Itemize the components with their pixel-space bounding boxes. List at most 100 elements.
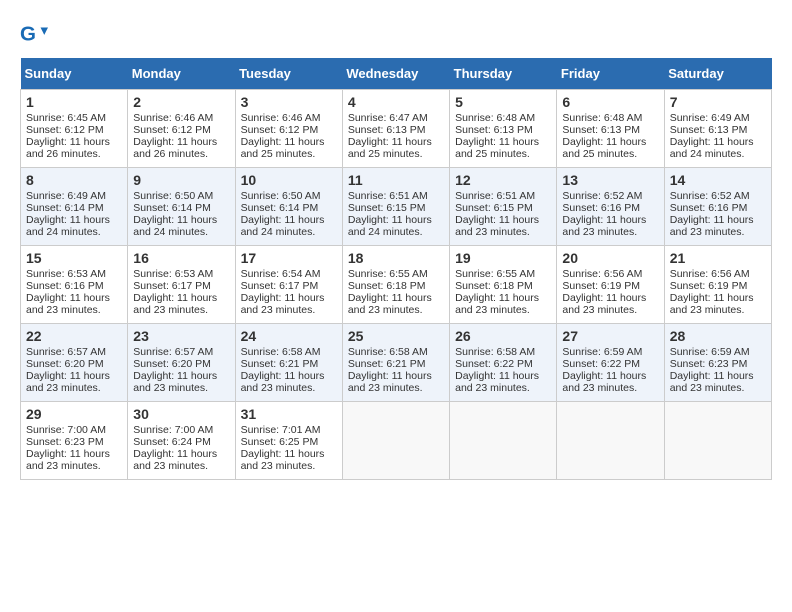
day-number: 26 bbox=[455, 328, 551, 344]
day-number: 3 bbox=[241, 94, 337, 110]
day-number: 24 bbox=[241, 328, 337, 344]
calendar-cell: 3 Sunrise: 6:46 AMSunset: 6:12 PMDaylight… bbox=[235, 90, 342, 168]
calendar-cell: 16 Sunrise: 6:53 AMSunset: 6:17 PMDayligh… bbox=[128, 246, 235, 324]
day-info: Sunrise: 7:00 AMSunset: 6:24 PMDaylight:… bbox=[133, 424, 217, 472]
day-info: Sunrise: 6:45 AMSunset: 6:12 PMDaylight:… bbox=[26, 112, 110, 160]
logo-icon: G bbox=[20, 20, 48, 48]
day-number: 18 bbox=[348, 250, 444, 266]
day-info: Sunrise: 6:50 AMSunset: 6:14 PMDaylight:… bbox=[241, 190, 325, 238]
day-info: Sunrise: 7:01 AMSunset: 6:25 PMDaylight:… bbox=[241, 424, 325, 472]
week-row-4: 15 Sunrise: 6:53 AMSunset: 6:16 PMDayligh… bbox=[21, 246, 772, 324]
calendar-cell: 17Sunrise: 6:54 AMSunset: 6:17 PMDayligh… bbox=[235, 246, 342, 324]
calendar-cell: 31 Sunrise: 7:01 AMSunset: 6:25 PMDayligh… bbox=[235, 402, 342, 480]
day-info: Sunrise: 6:53 AMSunset: 6:17 PMDaylight:… bbox=[133, 268, 217, 316]
day-number: 22 bbox=[26, 328, 122, 344]
day-number: 25 bbox=[348, 328, 444, 344]
day-info: Sunrise: 6:46 AMSunset: 6:12 PMDaylight:… bbox=[241, 112, 325, 160]
day-number: 11 bbox=[348, 172, 444, 188]
calendar-cell: 6Sunrise: 6:48 AMSunset: 6:13 PMDaylight… bbox=[557, 90, 664, 168]
day-number: 20 bbox=[562, 250, 658, 266]
week-row-5: 22 Sunrise: 6:57 AMSunset: 6:20 PMDayligh… bbox=[21, 324, 772, 402]
day-info: Sunrise: 6:46 AMSunset: 6:12 PMDaylight:… bbox=[133, 112, 217, 160]
day-header-thursday: Thursday bbox=[450, 58, 557, 90]
calendar-cell: 26 Sunrise: 6:58 AMSunset: 6:22 PMDayligh… bbox=[450, 324, 557, 402]
calendar-cell: 15 Sunrise: 6:53 AMSunset: 6:16 PMDayligh… bbox=[21, 246, 128, 324]
day-number: 4 bbox=[348, 94, 444, 110]
day-info: Sunrise: 6:58 AMSunset: 6:21 PMDaylight:… bbox=[241, 346, 325, 394]
day-header-sunday: Sunday bbox=[21, 58, 128, 90]
header-row: SundayMondayTuesdayWednesdayThursdayFrid… bbox=[21, 58, 772, 90]
day-info: Sunrise: 6:59 AMSunset: 6:22 PMDaylight:… bbox=[562, 346, 646, 394]
day-number: 23 bbox=[133, 328, 229, 344]
day-info: Sunrise: 6:57 AMSunset: 6:20 PMDaylight:… bbox=[133, 346, 217, 394]
calendar-cell bbox=[342, 402, 449, 480]
day-info: Sunrise: 6:50 AMSunset: 6:14 PMDaylight:… bbox=[133, 190, 217, 238]
calendar-cell: 10 Sunrise: 6:50 AMSunset: 6:14 PMDayligh… bbox=[235, 168, 342, 246]
day-header-wednesday: Wednesday bbox=[342, 58, 449, 90]
day-number: 15 bbox=[26, 250, 122, 266]
day-info: Sunrise: 6:58 AMSunset: 6:21 PMDaylight:… bbox=[348, 346, 432, 394]
day-number: 9 bbox=[133, 172, 229, 188]
calendar-cell: 7Sunrise: 6:49 AMSunset: 6:13 PMDaylight… bbox=[664, 90, 771, 168]
day-number: 30 bbox=[133, 406, 229, 422]
calendar-cell: 18 Sunrise: 6:55 AMSunset: 6:18 PMDayligh… bbox=[342, 246, 449, 324]
logo: G bbox=[20, 20, 52, 48]
day-info: Sunrise: 6:51 AMSunset: 6:15 PMDaylight:… bbox=[455, 190, 539, 238]
day-number: 14 bbox=[670, 172, 766, 188]
calendar-cell: 1 Sunrise: 6:45 AMSunset: 6:12 PMDaylight… bbox=[21, 90, 128, 168]
calendar-cell bbox=[664, 402, 771, 480]
calendar-cell: 28 Sunrise: 6:59 AMSunset: 6:23 PMDayligh… bbox=[664, 324, 771, 402]
day-info: Sunrise: 6:52 AMSunset: 6:16 PMDaylight:… bbox=[562, 190, 646, 238]
day-info: Sunrise: 6:58 AMSunset: 6:22 PMDaylight:… bbox=[455, 346, 539, 394]
calendar-cell bbox=[450, 402, 557, 480]
day-header-tuesday: Tuesday bbox=[235, 58, 342, 90]
calendar-cell: 14Sunrise: 6:52 AMSunset: 6:16 PMDayligh… bbox=[664, 168, 771, 246]
calendar-cell: 30 Sunrise: 7:00 AMSunset: 6:24 PMDayligh… bbox=[128, 402, 235, 480]
day-number: 16 bbox=[133, 250, 229, 266]
calendar-cell: 12 Sunrise: 6:51 AMSunset: 6:15 PMDayligh… bbox=[450, 168, 557, 246]
calendar-cell: 8Sunrise: 6:49 AMSunset: 6:14 PMDaylight… bbox=[21, 168, 128, 246]
day-header-saturday: Saturday bbox=[664, 58, 771, 90]
calendar-cell: 4 Sunrise: 6:47 AMSunset: 6:13 PMDaylight… bbox=[342, 90, 449, 168]
calendar-cell: 29Sunrise: 7:00 AMSunset: 6:23 PMDayligh… bbox=[21, 402, 128, 480]
day-number: 27 bbox=[562, 328, 658, 344]
day-header-monday: Monday bbox=[128, 58, 235, 90]
day-info: Sunrise: 6:57 AMSunset: 6:20 PMDaylight:… bbox=[26, 346, 110, 394]
day-number: 19 bbox=[455, 250, 551, 266]
day-info: Sunrise: 6:49 AMSunset: 6:14 PMDaylight:… bbox=[26, 190, 110, 238]
calendar-cell: 22 Sunrise: 6:57 AMSunset: 6:20 PMDayligh… bbox=[21, 324, 128, 402]
day-header-friday: Friday bbox=[557, 58, 664, 90]
day-number: 21 bbox=[670, 250, 766, 266]
calendar-cell: 5Sunrise: 6:48 AMSunset: 6:13 PMDaylight… bbox=[450, 90, 557, 168]
week-row-2: 1 Sunrise: 6:45 AMSunset: 6:12 PMDaylight… bbox=[21, 90, 772, 168]
day-number: 2 bbox=[133, 94, 229, 110]
calendar-cell: 20 Sunrise: 6:56 AMSunset: 6:19 PMDayligh… bbox=[557, 246, 664, 324]
day-info: Sunrise: 6:53 AMSunset: 6:16 PMDaylight:… bbox=[26, 268, 110, 316]
day-info: Sunrise: 6:56 AMSunset: 6:19 PMDaylight:… bbox=[562, 268, 646, 316]
calendar-cell: 27 Sunrise: 6:59 AMSunset: 6:22 PMDayligh… bbox=[557, 324, 664, 402]
day-info: Sunrise: 6:47 AMSunset: 6:13 PMDaylight:… bbox=[348, 112, 432, 160]
calendar-cell: 19 Sunrise: 6:55 AMSunset: 6:18 PMDayligh… bbox=[450, 246, 557, 324]
day-info: Sunrise: 6:55 AMSunset: 6:18 PMDaylight:… bbox=[455, 268, 539, 316]
week-row-3: 8Sunrise: 6:49 AMSunset: 6:14 PMDaylight… bbox=[21, 168, 772, 246]
calendar-cell: 24 Sunrise: 6:58 AMSunset: 6:21 PMDayligh… bbox=[235, 324, 342, 402]
calendar-cell: 23 Sunrise: 6:57 AMSunset: 6:20 PMDayligh… bbox=[128, 324, 235, 402]
calendar-cell: 9 Sunrise: 6:50 AMSunset: 6:14 PMDaylight… bbox=[128, 168, 235, 246]
day-info: Sunrise: 6:59 AMSunset: 6:23 PMDaylight:… bbox=[670, 346, 754, 394]
day-number: 29 bbox=[26, 406, 122, 422]
day-number: 28 bbox=[670, 328, 766, 344]
day-number: 6 bbox=[562, 94, 658, 110]
day-number: 1 bbox=[26, 94, 122, 110]
calendar-cell: 21 Sunrise: 6:56 AMSunset: 6:19 PMDayligh… bbox=[664, 246, 771, 324]
day-number: 12 bbox=[455, 172, 551, 188]
svg-text:G: G bbox=[20, 23, 36, 46]
week-row-6: 29Sunrise: 7:00 AMSunset: 6:23 PMDayligh… bbox=[21, 402, 772, 480]
day-number: 31 bbox=[241, 406, 337, 422]
day-number: 17 bbox=[241, 250, 337, 266]
page-header: G bbox=[20, 20, 772, 48]
day-number: 10 bbox=[241, 172, 337, 188]
day-info: Sunrise: 6:48 AMSunset: 6:13 PMDaylight:… bbox=[455, 112, 539, 160]
calendar-cell: 13Sunrise: 6:52 AMSunset: 6:16 PMDayligh… bbox=[557, 168, 664, 246]
day-info: Sunrise: 6:56 AMSunset: 6:19 PMDaylight:… bbox=[670, 268, 754, 316]
day-info: Sunrise: 6:55 AMSunset: 6:18 PMDaylight:… bbox=[348, 268, 432, 316]
